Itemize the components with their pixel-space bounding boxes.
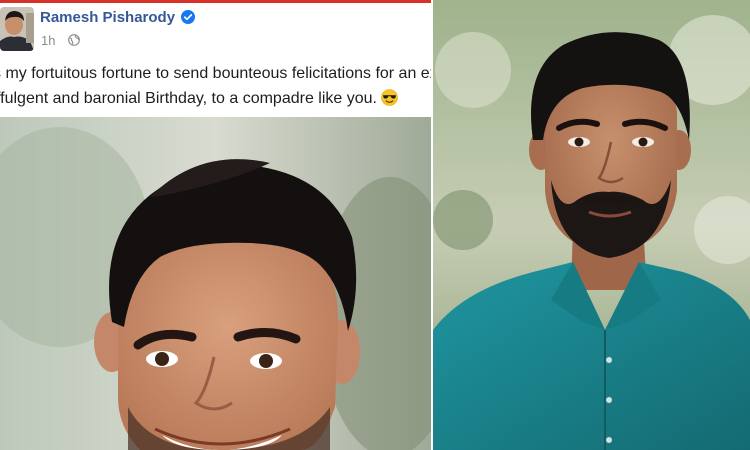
sunglasses-emoji-icon — [381, 89, 398, 106]
author-avatar[interactable] — [0, 7, 34, 51]
post-text-line-2-text: ffulgent and baronial Birthday, to a com… — [0, 90, 377, 107]
post-screenshot: Ramesh Pisharody 1h s my fortuitous fort… — [0, 0, 433, 450]
verified-badge-icon — [181, 10, 195, 24]
post-text-line-2: ffulgent and baronial Birthday, to a com… — [0, 86, 398, 111]
post-header: Ramesh Pisharody 1h — [0, 3, 433, 53]
post-text: s my fortuitous fortune to send bounteou… — [0, 57, 433, 117]
post-text-line-1: s my fortuitous fortune to send bounteou… — [0, 65, 433, 82]
portrait-photo-bearded-man[interactable] — [433, 0, 750, 450]
author-name[interactable]: Ramesh Pisharody — [40, 9, 175, 26]
post-photo-smiling-man[interactable] — [0, 117, 433, 450]
globe-icon — [68, 34, 80, 46]
post-timestamp[interactable]: 1h — [41, 33, 55, 48]
